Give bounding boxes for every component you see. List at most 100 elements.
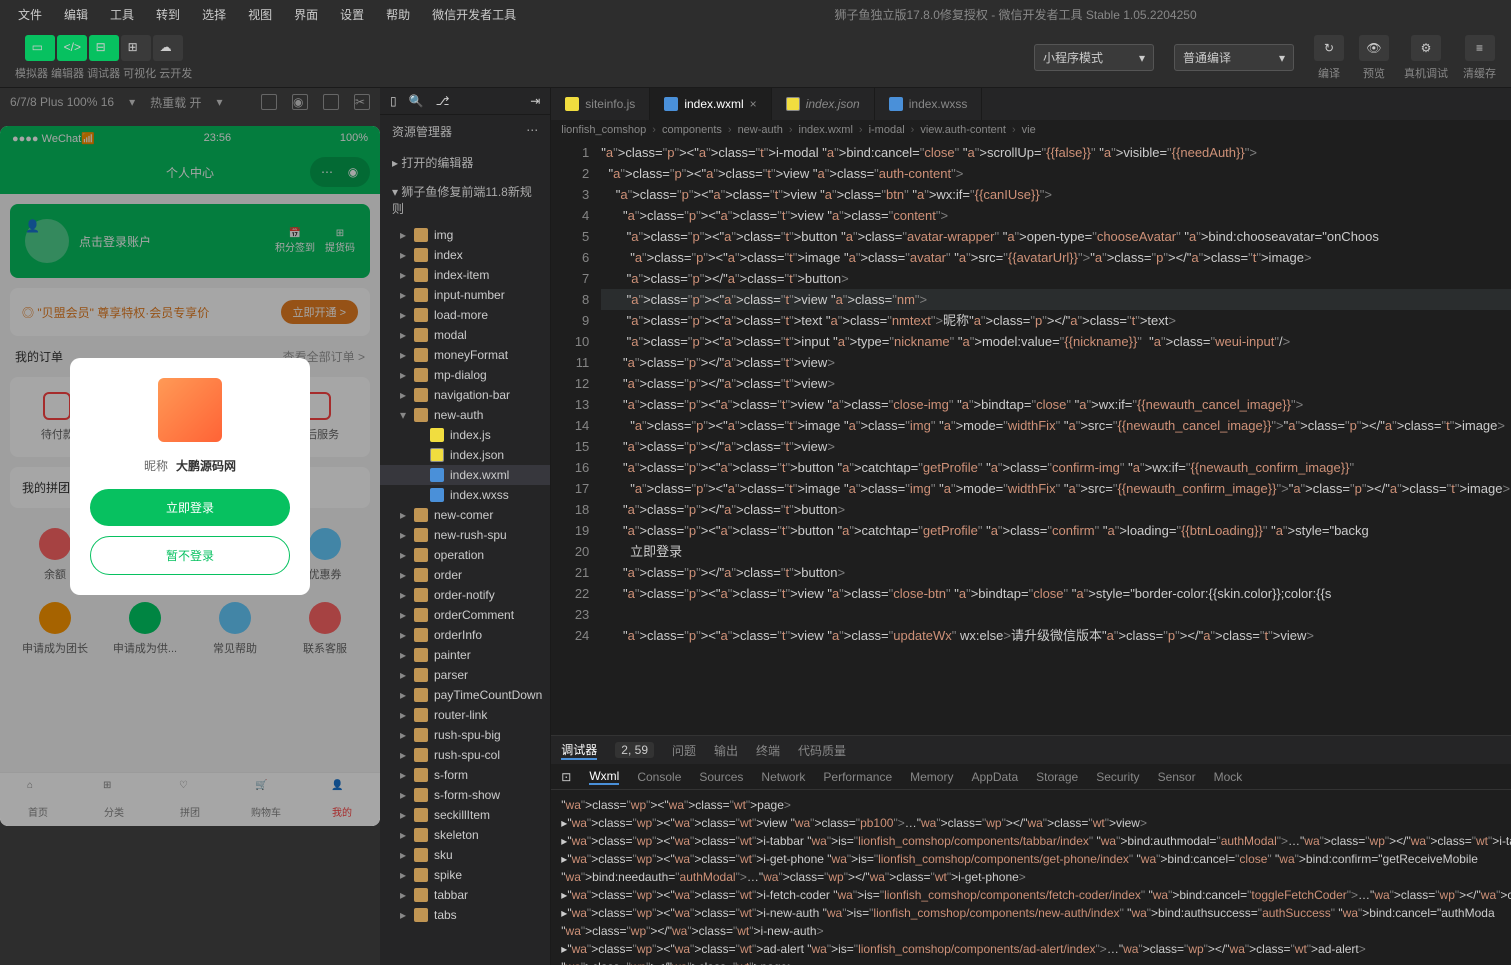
breadcrumb-item[interactable]: lionfish_comshop [561,124,646,136]
breadcrumb-item[interactable]: index.wxml [799,124,853,136]
debugger-toggle[interactable]: ⊟ [89,35,119,61]
code-line[interactable] [601,604,1511,625]
devtool-tab-Mock[interactable]: Mock [1214,770,1243,784]
tree-index-item[interactable]: index-item [380,265,550,285]
cloud-toggle[interactable]: ☁ [153,35,183,61]
tree-index.wxml[interactable]: index.wxml [380,465,550,485]
tree-moneyFormat[interactable]: moneyFormat [380,345,550,365]
quality-tab[interactable]: 代码质量 [798,742,846,759]
output-tab[interactable]: 输出 [714,742,738,759]
code-line[interactable]: "a">class="p"><"a">class="t">view "a">cl… [601,583,1511,604]
tree-s-form[interactable]: s-form [380,765,550,785]
editor-toggle[interactable]: </> [57,35,87,61]
debugger-tab[interactable]: 调试器 [561,741,597,760]
menu-ui[interactable]: 界面 [284,2,328,27]
wxml-line[interactable]: ▸"wa">class="wp"><"wa">class="wt">ad-ale… [561,940,1511,958]
simulator-toggle[interactable]: ▭ [25,35,55,61]
clear-cache-button[interactable]: ≡ [1465,35,1495,61]
devtool-tab-Sensor[interactable]: Sensor [1158,770,1196,784]
compile-select[interactable]: 普通编译▾ [1174,44,1294,71]
open-editors-section[interactable]: 打开的编辑器 [380,148,550,177]
breadcrumb-item[interactable]: vie [1022,124,1036,136]
mode-select[interactable]: 小程序模式▾ [1034,44,1154,71]
editor-tab-index.wxml[interactable]: index.wxml× [650,88,771,120]
devtool-tab-Security[interactable]: Security [1096,770,1139,784]
breadcrumb-item[interactable]: new-auth [738,124,783,136]
visual-toggle[interactable]: ⊞ [121,35,151,61]
login-button[interactable]: 立即登录 [90,489,290,526]
wxml-line[interactable]: "wa">class="wp"></"wa">class="wt">page> [561,958,1511,965]
tree-index.js[interactable]: index.js [380,425,550,445]
tree-new-rush-spu[interactable]: new-rush-spu [380,525,550,545]
wxml-line[interactable]: "wa">class="wp"><"wa">class="wt">page> [561,796,1511,814]
tree-index.json[interactable]: index.json [380,445,550,465]
devtool-tab-Sources[interactable]: Sources [699,770,743,784]
code-line[interactable]: "a">class="p"><"a">class="t">text "a">cl… [601,310,1511,331]
code-line[interactable]: "a">class="p"><"a">class="t">view "a">cl… [601,205,1511,226]
remote-debug-button[interactable]: ⚙ [1411,35,1441,61]
code-line[interactable]: "a">class="p"><"a">class="t">view "a">cl… [601,625,1511,646]
tree-parser[interactable]: parser [380,665,550,685]
tree-order-notify[interactable]: order-notify [380,585,550,605]
tree-modal[interactable]: modal [380,325,550,345]
wxml-line[interactable]: ▸"wa">class="wp"><"wa">class="wt">i-new-… [561,904,1511,922]
menu-view[interactable]: 视图 [238,2,282,27]
code-line[interactable]: "a">class="p"><"a">class="t">view "a">cl… [601,184,1511,205]
tree-orderComment[interactable]: orderComment [380,605,550,625]
code-line[interactable]: "a">class="p"><"a">class="t">view "a">cl… [601,394,1511,415]
tree-new-comer[interactable]: new-comer [380,505,550,525]
record-icon[interactable]: ◉ [292,94,308,110]
tree-operation[interactable]: operation [380,545,550,565]
code-line[interactable]: "a">class="p"><"a">class="t">image "a">c… [601,478,1511,499]
code-line[interactable]: "a">class="p"><"a">class="t">view "a">cl… [601,163,1511,184]
problems-tab[interactable]: 问题 [672,742,696,759]
tree-order[interactable]: order [380,565,550,585]
tree-load-more[interactable]: load-more [380,305,550,325]
tree-painter[interactable]: painter [380,645,550,665]
devtool-tab-AppData[interactable]: AppData [971,770,1018,784]
menu-settings[interactable]: 设置 [330,2,374,27]
menu-tool[interactable]: 工具 [100,2,144,27]
rotate-icon[interactable] [261,94,277,110]
editor-tab-index.wxss[interactable]: index.wxss [875,88,983,120]
tree-mp-dialog[interactable]: mp-dialog [380,365,550,385]
tree-index[interactable]: index [380,245,550,265]
close-icon[interactable]: × [750,97,757,111]
search-icon[interactable]: 🔍 [409,94,424,108]
more-icon[interactable]: ⋯ [526,123,538,140]
breadcrumb-item[interactable]: components [662,124,722,136]
home-icon[interactable] [323,94,339,110]
files-icon[interactable]: ▯ [390,94,397,108]
tree-rush-spu-big[interactable]: rush-spu-big [380,725,550,745]
later-button[interactable]: 暂不登录 [90,536,290,575]
code-line[interactable]: "a">class="p"><"a">class="t">image "a">c… [601,415,1511,436]
auth-avatar[interactable] [158,378,222,442]
code-line[interactable]: "a">class="p"></"a">class="t">button> [601,268,1511,289]
code-line[interactable]: "a">class="p"></"a">class="t">view> [601,373,1511,394]
device-select[interactable]: 6/7/8 Plus 100% 16 [10,95,114,109]
devtool-tab-Console[interactable]: Console [637,770,681,784]
tree-seckillItem[interactable]: seckillItem [380,805,550,825]
git-icon[interactable]: ⎇ [436,94,450,108]
wxml-line[interactable]: "wa">bind:needauth="authModal">…"wa">cla… [561,868,1511,886]
code-line[interactable]: "a">class="p"><"a">class="t">button "a">… [601,520,1511,541]
tree-spike[interactable]: spike [380,865,550,885]
wxml-line[interactable]: ▸"wa">class="wp"><"wa">class="wt">i-fetc… [561,886,1511,904]
menu-help[interactable]: 帮助 [376,2,420,27]
code-line[interactable]: "a">class="p"><"a">class="t">button "a">… [601,457,1511,478]
menu-devtools[interactable]: 微信开发者工具 [422,2,526,27]
devtool-tab-Network[interactable]: Network [761,770,805,784]
code-line[interactable]: "a">class="p"></"a">class="t">button> [601,499,1511,520]
menu-file[interactable]: 文件 [8,2,52,27]
code-line[interactable]: 立即登录 [601,541,1511,562]
code-line[interactable]: "a">class="p"><"a">class="t">button "a">… [601,226,1511,247]
project-section[interactable]: 狮子鱼修复前端11.8新规则 [380,177,550,223]
tree-new-auth[interactable]: new-auth [380,405,550,425]
wxml-line[interactable]: ▸"wa">class="wp"><"wa">class="wt">view "… [561,814,1511,832]
collapse-icon[interactable]: ⇥ [530,94,540,108]
wxml-line[interactable]: "wa">class="wp"></"wa">class="wt">i-new-… [561,922,1511,940]
hot-reload[interactable]: 热重载 开 [150,94,201,111]
tree-sku[interactable]: sku [380,845,550,865]
tree-orderInfo[interactable]: orderInfo [380,625,550,645]
devtool-tab-Storage[interactable]: Storage [1036,770,1078,784]
